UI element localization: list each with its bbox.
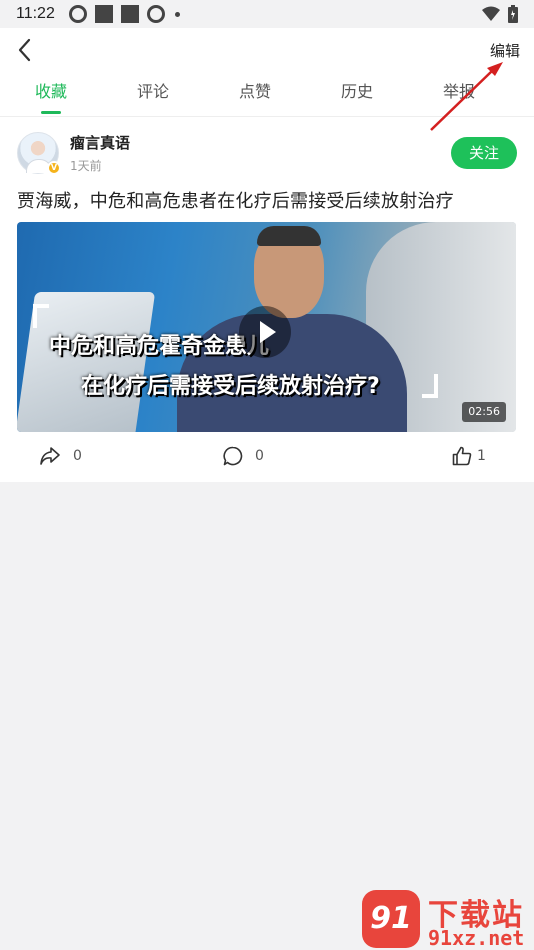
- tab-history[interactable]: 历史: [306, 72, 408, 116]
- like-button[interactable]: 1: [452, 446, 486, 466]
- tab-favorites[interactable]: 收藏: [0, 72, 102, 116]
- annotation-arrow: [430, 62, 503, 131]
- play-icon[interactable]: [239, 306, 291, 358]
- notification-icon: [68, 5, 87, 23]
- author-name[interactable]: 瘤言真语: [70, 132, 130, 153]
- like-count: 1: [477, 448, 486, 464]
- notification-icon: [94, 5, 113, 23]
- thumbs-up-icon: [452, 446, 472, 466]
- wifi-icon: [482, 6, 500, 21]
- watermark: 91 下载站 91xz.net: [362, 888, 532, 950]
- notification-icon: [120, 5, 139, 23]
- tab-likes[interactable]: 点赞: [204, 72, 306, 116]
- video-person-hair: [257, 226, 321, 246]
- post-card[interactable]: V 瘤言真语 1天前 关注 贾海威，中危和高危患者在化疗后需接受后续放射治疗 中…: [0, 116, 534, 482]
- tab-comments[interactable]: 评论: [102, 72, 204, 116]
- post-title[interactable]: 贾海威，中危和高危患者在化疗后需接受后续放射治疗: [17, 187, 517, 213]
- status-time: 11:22: [16, 5, 55, 22]
- share-button[interactable]: 0: [39, 446, 82, 466]
- share-count: 0: [73, 448, 82, 464]
- watermark-logo: 91: [362, 890, 420, 948]
- verified-badge: V: [47, 161, 61, 175]
- caption-bracket-left: [33, 304, 49, 328]
- post-actions: 0 0 1: [17, 432, 517, 484]
- caption-bracket-right: [422, 374, 438, 398]
- comment-button[interactable]: 0: [223, 446, 264, 466]
- share-icon: [40, 447, 60, 465]
- comment-icon: [223, 446, 243, 466]
- post-time: 1天前: [70, 159, 102, 173]
- back-icon[interactable]: [12, 36, 40, 64]
- author-row: V 瘤言真语 1天前 关注: [17, 131, 517, 175]
- video-caption-line2: 在化疗后需接受后续放射治疗?: [81, 374, 380, 399]
- video-thumbnail[interactable]: 中危和高危霍奇金患儿 在化疗后需接受后续放射治疗? 02:56: [17, 222, 516, 432]
- more-notifications-icon: [174, 11, 180, 17]
- avatar[interactable]: V: [17, 132, 61, 175]
- watermark-url: 91xz.net: [428, 926, 525, 950]
- status-bar: 11:22: [0, 0, 534, 28]
- video-duration: 02:56: [462, 402, 506, 422]
- battery-icon: [508, 5, 518, 23]
- notification-icon: [146, 5, 165, 23]
- comment-count: 0: [255, 448, 264, 464]
- follow-button[interactable]: 关注: [451, 137, 517, 169]
- video-caption-line1: 中危和高危霍奇金患儿: [49, 334, 270, 359]
